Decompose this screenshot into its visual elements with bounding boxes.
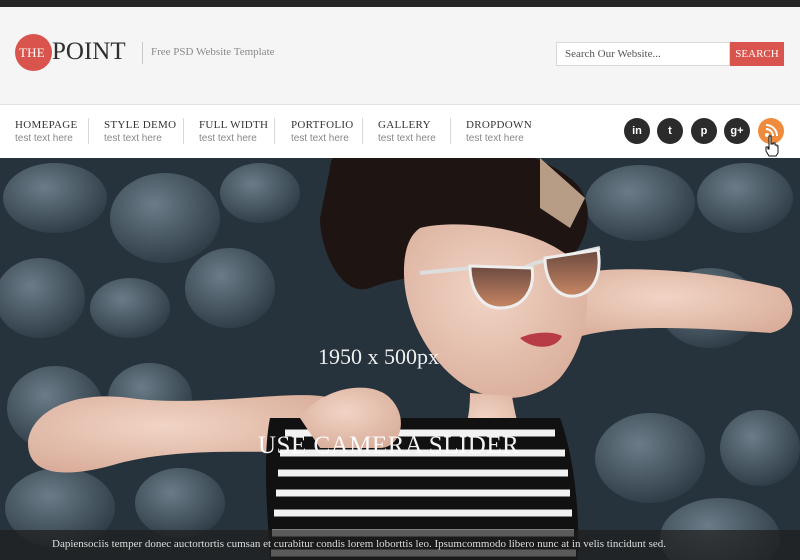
nav-separator (450, 118, 451, 144)
nav-item-title: GALLERY (378, 119, 431, 131)
nav-item-title: HOMEPAGE (15, 119, 78, 131)
hero-caption: Dapiensociis temper donec auctortortis c… (52, 538, 667, 550)
twitter-label: t (668, 125, 672, 137)
hand-cursor-icon (765, 135, 779, 157)
nav-item-title: DROPDOWN (466, 119, 532, 131)
nav-separator (88, 118, 89, 144)
nav-item-dropdown[interactable]: DROPDOWN test text here (466, 119, 532, 144)
nav-item-homepage[interactable]: HOMEPAGE test text here (15, 119, 78, 144)
nav-separator (362, 118, 363, 144)
nav-item-full-width[interactable]: FULL WIDTH test text here (199, 119, 268, 144)
linkedin-icon[interactable]: in (624, 118, 650, 144)
top-bar (0, 0, 800, 7)
hero-slider[interactable]: 1950 x 500px USE CAMERA SLIDER Dapiensoc… (0, 158, 800, 560)
nav-item-title: PORTFOLIO (291, 119, 354, 131)
search-button[interactable]: SEARCH (730, 42, 784, 66)
hero-caption-bar: Dapiensociis temper donec auctortortis c… (0, 530, 800, 560)
nav-item-subtitle: test text here (15, 133, 73, 144)
nav-item-portfolio[interactable]: PORTFOLIO test text here (291, 119, 354, 144)
nav-item-title: FULL WIDTH (199, 119, 269, 131)
nav-item-gallery[interactable]: GALLERY test text here (378, 119, 436, 144)
site-tagline: Free PSD Website Template (151, 46, 275, 58)
nav-item-subtitle: test text here (378, 133, 436, 144)
header-divider (142, 42, 143, 64)
nav-item-subtitle: test text here (291, 133, 349, 144)
nav-item-style-demo[interactable]: STYLE DEMO test text here (104, 119, 176, 144)
google-plus-label: g+ (730, 125, 744, 137)
nav-separator (183, 118, 184, 144)
hero-dimensions-text: 1950 x 500px (318, 344, 439, 369)
nav-item-subtitle: test text here (104, 133, 162, 144)
hero-title: USE CAMERA SLIDER (258, 432, 520, 459)
pinterest-label: p (700, 125, 708, 137)
nav-separator (274, 118, 275, 144)
google-plus-icon[interactable]: g+ (724, 118, 750, 144)
search-input[interactable]: Search Our Website... (556, 42, 730, 66)
twitter-icon[interactable]: t (657, 118, 683, 144)
pinterest-icon[interactable]: p (691, 118, 717, 144)
nav-item-title: STYLE DEMO (104, 119, 177, 131)
nav-item-subtitle: test text here (199, 133, 257, 144)
logo-prefix: THE (19, 45, 45, 60)
logo-name: POINT (52, 38, 126, 65)
linkedin-label: in (632, 125, 642, 137)
nav-item-subtitle: test text here (466, 133, 524, 144)
